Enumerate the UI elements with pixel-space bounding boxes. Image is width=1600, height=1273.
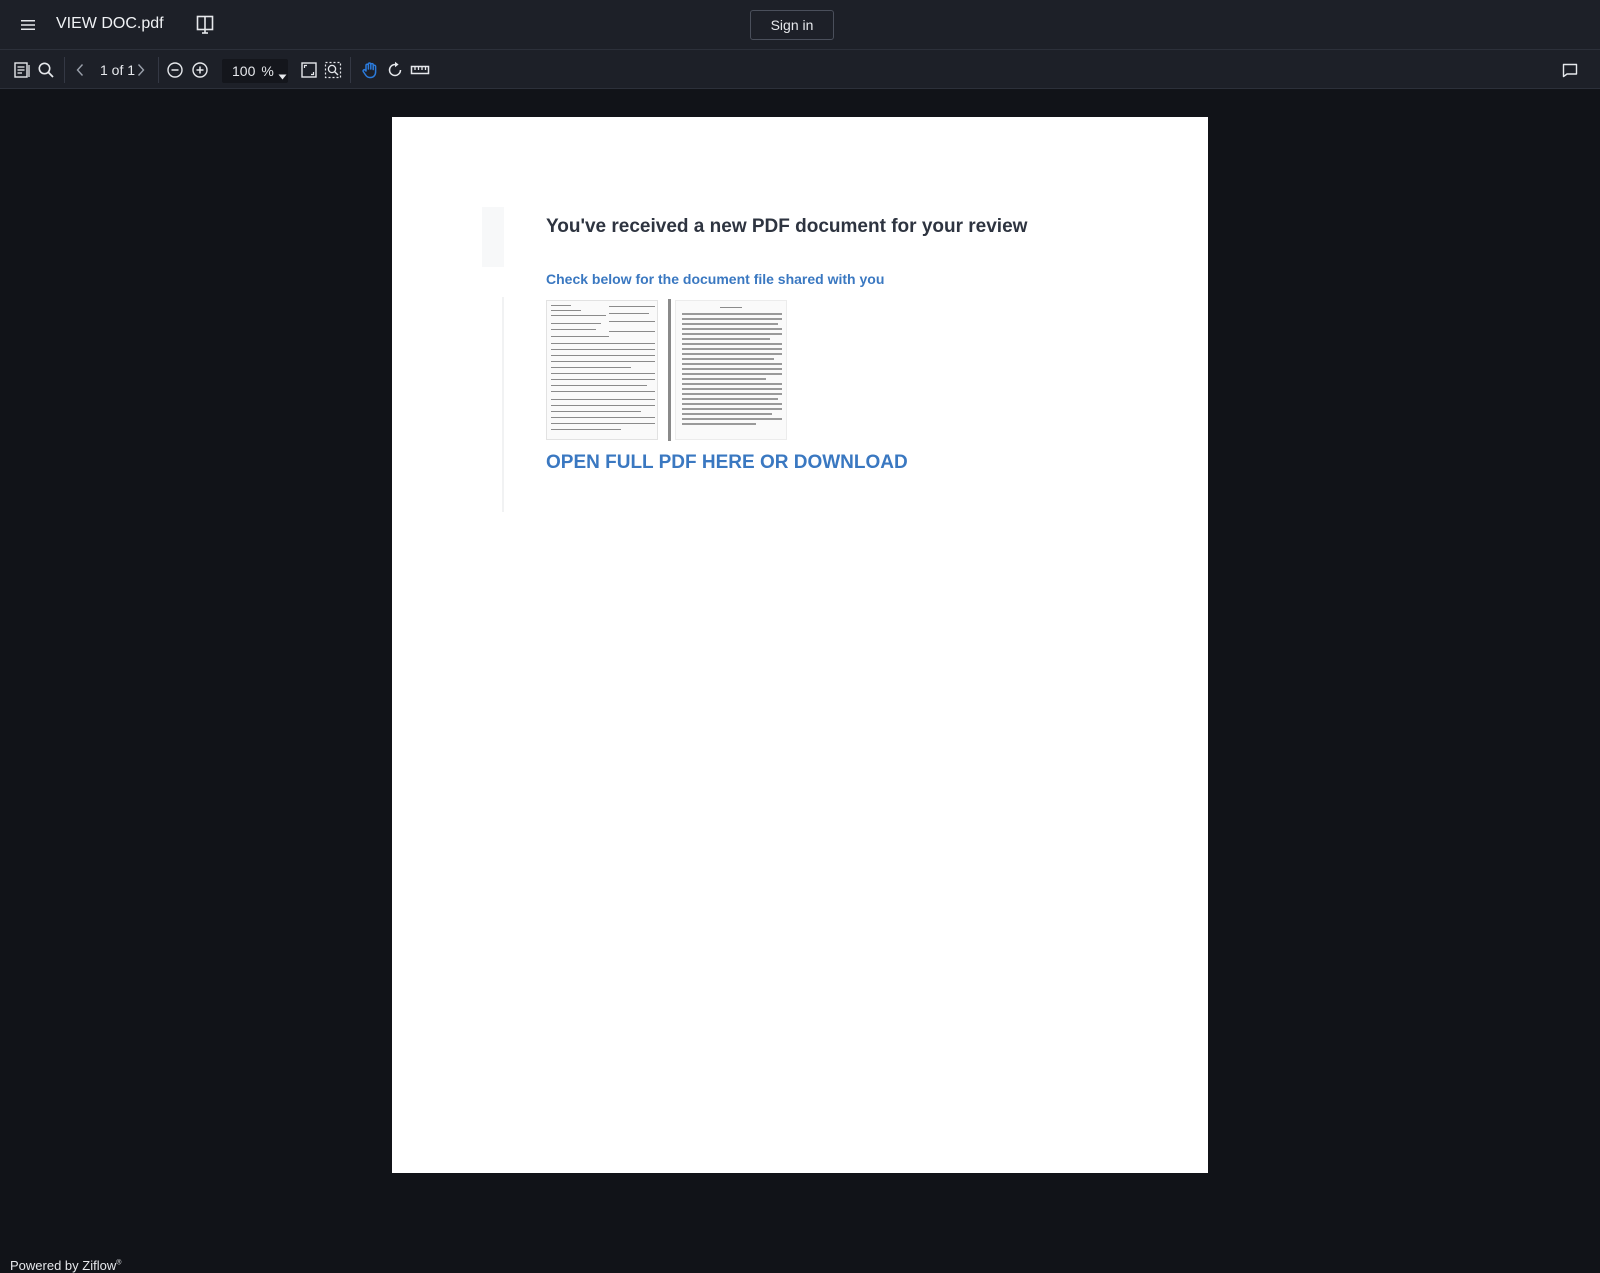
document-thumbnail-image	[675, 300, 787, 440]
document-thumbnail-image	[546, 300, 658, 440]
pdf-subheading: Check below for the document file shared…	[546, 271, 885, 287]
page-artifact	[502, 297, 504, 512]
zoom-unit: %	[261, 63, 274, 79]
pan-hand-icon[interactable]	[358, 58, 382, 82]
open-pdf-link[interactable]: OPEN FULL PDF HERE OR DOWNLOAD	[546, 452, 908, 474]
toolbar-divider	[64, 57, 65, 83]
next-page-icon[interactable]	[129, 58, 153, 82]
book-view-icon[interactable]	[193, 13, 217, 37]
toolbar-divider	[158, 57, 159, 83]
trademark-symbol: ®	[116, 1259, 122, 1267]
zoom-out-icon[interactable]	[163, 58, 187, 82]
document-viewer[interactable]: You've received a new PDF document for y…	[0, 89, 1600, 1273]
viewer-toolbar: 1 of 1 100 %	[0, 50, 1600, 89]
rotate-icon[interactable]	[383, 58, 407, 82]
zoom-in-icon[interactable]	[188, 58, 212, 82]
thumbnail-divider	[668, 299, 671, 441]
sign-in-button[interactable]: Sign in	[750, 10, 834, 40]
toolbar-divider	[350, 57, 351, 83]
comments-panel-icon[interactable]	[1558, 58, 1582, 82]
fit-page-icon[interactable]	[297, 58, 321, 82]
marquee-zoom-icon[interactable]	[321, 58, 345, 82]
top-bar: VIEW DOC.pdf Sign in	[0, 0, 1600, 50]
previous-page-icon[interactable]	[68, 58, 92, 82]
ruler-measure-icon[interactable]	[408, 58, 432, 82]
thumbnails-panel-icon[interactable]	[10, 58, 34, 82]
page-artifact	[482, 207, 504, 267]
zoom-dropdown-icon[interactable]	[278, 67, 287, 85]
zoom-value: 100	[232, 63, 256, 79]
pdf-heading: You've received a new PDF document for y…	[546, 216, 1028, 237]
document-title: VIEW DOC.pdf	[56, 15, 164, 32]
hamburger-menu-icon[interactable]	[16, 14, 40, 36]
powered-by-footer[interactable]: Powered by Ziflow®	[10, 1258, 121, 1273]
search-icon[interactable]	[34, 58, 58, 82]
powered-by-text: Powered by Ziflow	[10, 1258, 117, 1273]
pdf-page: You've received a new PDF document for y…	[392, 117, 1208, 1173]
